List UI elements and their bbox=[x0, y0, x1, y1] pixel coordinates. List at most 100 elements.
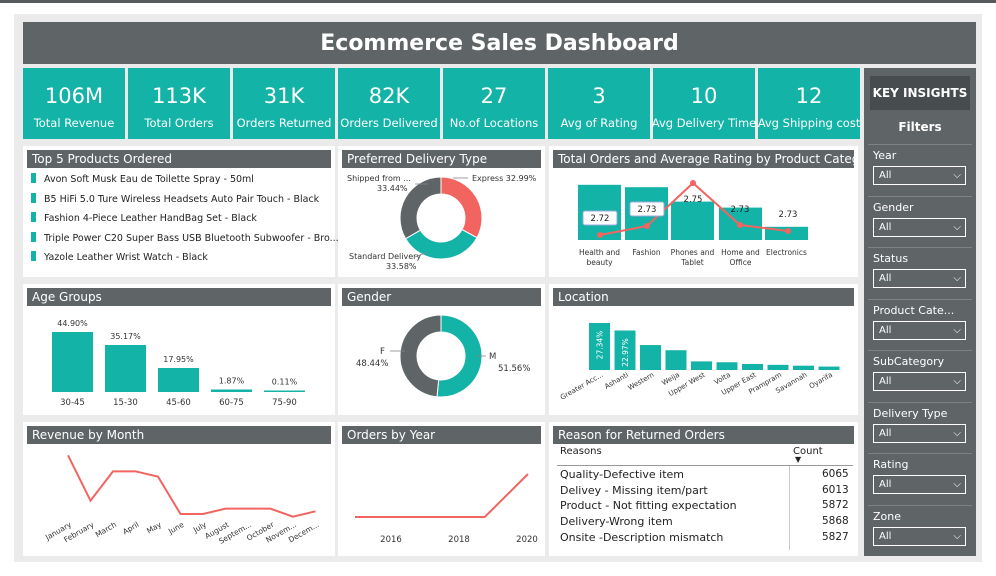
kpi-label: Avg Shipping cost bbox=[757, 116, 861, 130]
product-marker bbox=[31, 251, 36, 261]
kpi-value: 31K bbox=[263, 84, 305, 108]
location-value-label: 27.34% bbox=[596, 331, 605, 360]
category-x-label: Office bbox=[730, 258, 752, 267]
location-bar bbox=[793, 365, 814, 370]
filter-label: Zone bbox=[873, 509, 902, 523]
location-value-label: 22.97% bbox=[621, 338, 630, 367]
product-marker bbox=[31, 231, 36, 242]
kpi-label: Avg Delivery Time bbox=[651, 116, 757, 130]
age-x-label: 75-90 bbox=[272, 398, 297, 408]
age-value-label: 44.90% bbox=[57, 319, 88, 328]
filter-dropdown[interactable]: All ⌵ bbox=[873, 320, 966, 340]
filter-label: Product Cate... bbox=[873, 303, 955, 317]
rating-point bbox=[737, 222, 743, 228]
top-products-panel: Top 5 Products Ordered Avon Soft Musk Ea… bbox=[23, 146, 339, 277]
filter-dropdown[interactable]: All ⌵ bbox=[873, 475, 966, 494]
category-x-label: Home and bbox=[721, 248, 760, 257]
gender-slice bbox=[399, 314, 442, 398]
age-x-label: 15-30 bbox=[113, 398, 138, 408]
filter-dropdown[interactable]: All ⌵ bbox=[873, 372, 966, 391]
chevron-down-icon: ⌵ bbox=[953, 376, 961, 387]
filter-dropdown[interactable]: All ⌵ bbox=[873, 526, 966, 546]
revenue-line bbox=[67, 454, 316, 518]
top-products-title: Top 5 Products Ordered bbox=[27, 150, 331, 168]
kpi-label: Total Revenue bbox=[33, 116, 115, 130]
filters-title: Filters bbox=[898, 120, 942, 134]
rating-point bbox=[690, 180, 696, 186]
location-bar bbox=[818, 366, 840, 370]
category-bar bbox=[671, 201, 714, 240]
product-name: Triple Power C20 Super Bass USB Bluetoot… bbox=[44, 232, 339, 244]
return-reason: Product - Not fitting expectation bbox=[560, 499, 737, 513]
returns-column-divider bbox=[789, 466, 790, 550]
returns-header-divider bbox=[557, 465, 853, 466]
return-count: 5868 bbox=[822, 515, 849, 528]
filter-label: Status bbox=[873, 252, 909, 265]
age-bar bbox=[211, 389, 252, 392]
delivery-slice bbox=[440, 176, 483, 239]
delivery-standard-label: Standard Delivery bbox=[349, 252, 421, 261]
age-value-label: 0.11% bbox=[272, 378, 298, 387]
delivery-standard-pct: 33.58% bbox=[386, 262, 417, 271]
filter-label: Delivery Type bbox=[873, 406, 948, 420]
orders-year-line bbox=[355, 473, 529, 518]
filter-dropdown[interactable]: All ⌵ bbox=[873, 166, 966, 185]
category-combo-chart: 2.72 2.73 2.75 2.73 2.73 Health andbeauty Fash… bbox=[578, 180, 808, 267]
chevron-down-icon: ⌵ bbox=[953, 273, 961, 284]
filter-dropdown[interactable]: All ⌵ bbox=[873, 423, 966, 443]
return-reason: Delivey - Missing item/part bbox=[560, 483, 708, 497]
rating-point bbox=[597, 232, 603, 238]
filter-2: Status All ⌵ bbox=[868, 247, 972, 296]
filter-label: SubCategory bbox=[873, 355, 945, 368]
filter-value: All bbox=[879, 427, 892, 439]
kpi-card: 106M Total Revenue bbox=[23, 68, 125, 139]
sort-desc-icon[interactable]: ▼ bbox=[795, 455, 801, 464]
kpi-label: Total Orders bbox=[144, 116, 214, 130]
filter-dropdown[interactable]: All ⌵ bbox=[873, 217, 966, 237]
key-insights-button[interactable]: KEY INSIGHTS bbox=[870, 76, 970, 110]
revenue-month-chart: JanuaryFebruaryMarch April May June JulyAugu… bbox=[43, 454, 321, 546]
filter-dropdown[interactable]: All ⌵ bbox=[873, 269, 966, 288]
rating-label: 2.75 bbox=[684, 195, 703, 205]
product-item: Fashion 4-Piece Leather HandBag Set - Bl… bbox=[31, 212, 257, 224]
gender-donut-chart: F 48.44% M 51.56% bbox=[356, 314, 530, 398]
chevron-down-icon: ⌵ bbox=[953, 427, 961, 439]
age-value-label: 35.17% bbox=[110, 332, 141, 341]
age-value-label: 1.87% bbox=[219, 377, 245, 386]
delivery-express-label: Express 32.99% bbox=[472, 174, 537, 183]
kpi-card: 31K Orders Returned bbox=[233, 68, 335, 139]
kpi-card: 3 Avg of Rating bbox=[548, 68, 650, 139]
returns-col-reason[interactable]: Reasons bbox=[560, 446, 602, 457]
page-title: Ecommerce Sales Dashboard bbox=[23, 22, 976, 64]
age-x-label: 30-45 bbox=[60, 398, 85, 408]
location-bar bbox=[716, 362, 738, 370]
filter-5: Delivery Type All ⌵ bbox=[868, 401, 972, 451]
product-item: B5 HiFi 5.0 Ture Wireless Headsets Auto … bbox=[31, 192, 319, 205]
kpi-label: Avg of Rating bbox=[560, 116, 638, 130]
location-x-label: Ashanti bbox=[603, 371, 630, 391]
product-marker bbox=[31, 192, 36, 203]
return-count: 5872 bbox=[822, 499, 849, 512]
gender-m-label: M bbox=[489, 352, 496, 362]
kpi-label: Orders Delivered bbox=[340, 116, 438, 130]
filter-value: All bbox=[879, 530, 892, 542]
chevron-down-icon: ⌵ bbox=[953, 530, 961, 542]
category-x-label: Electronics bbox=[766, 248, 807, 257]
kpi-card: 10 Avg Delivery Time bbox=[651, 68, 757, 139]
return-count: 6065 bbox=[822, 468, 849, 480]
rating-point bbox=[785, 228, 791, 234]
age-bar bbox=[105, 345, 146, 392]
chevron-down-icon: ⌵ bbox=[953, 221, 961, 233]
age-bar bbox=[264, 390, 305, 392]
month-x-label: April bbox=[121, 520, 140, 536]
category-x-label: Health and bbox=[579, 248, 620, 257]
filter-value: All bbox=[879, 324, 892, 336]
age-x-label: 60-75 bbox=[219, 398, 244, 408]
month-x-label: June bbox=[166, 520, 186, 537]
rating-point bbox=[644, 223, 650, 229]
category-x-label: Tablet bbox=[680, 258, 703, 267]
product-marker bbox=[31, 212, 36, 222]
kpi-value: 82K bbox=[368, 84, 410, 108]
rating-label: 2.72 bbox=[591, 214, 610, 224]
gender-panel: Gender F 48.44% M 51.56% bbox=[338, 284, 545, 415]
